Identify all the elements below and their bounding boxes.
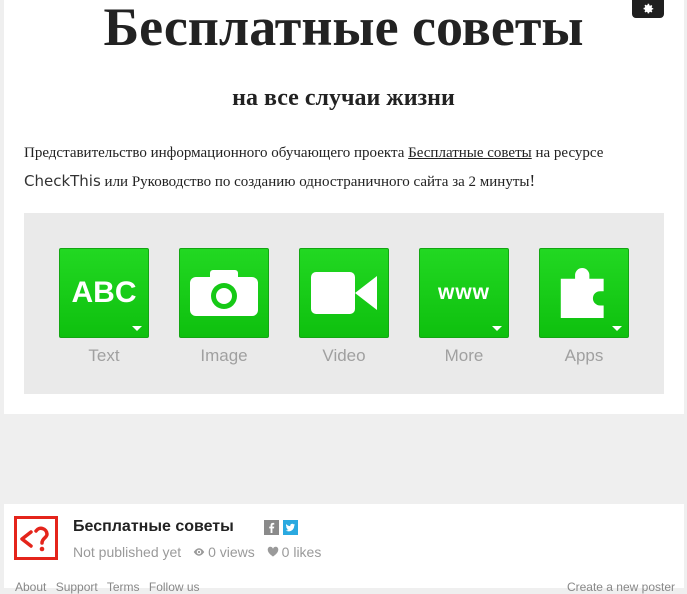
page-subtitle: на все случаи жизни <box>232 85 455 111</box>
video-camera-icon <box>311 272 377 314</box>
text-tile[interactable]: ABC <box>59 248 149 338</box>
tool-image[interactable]: Image <box>179 248 269 366</box>
eye-icon <box>193 548 205 557</box>
tool-text[interactable]: ABC Text <box>59 248 149 366</box>
dropdown-caret-icon <box>492 326 502 331</box>
create-poster-link[interactable]: Create a new poster <box>567 580 675 594</box>
twitter-icon <box>285 523 296 532</box>
poster-meta: Not published yet 0 views 0 likes <box>73 543 321 560</box>
dropdown-caret-icon <box>612 326 622 331</box>
heart-icon <box>267 547 278 557</box>
description-part4: ! <box>529 171 536 190</box>
abc-text-icon: ABC <box>71 276 137 309</box>
support-link[interactable]: Support <box>56 580 98 594</box>
page-title: Бесплатные советы <box>103 0 584 57</box>
tool-video[interactable]: Video <box>299 248 389 366</box>
site-logo[interactable] <box>14 516 58 560</box>
tool-apps[interactable]: Apps <box>539 248 629 366</box>
follow-us-link[interactable]: Follow us <box>149 580 200 594</box>
description-part2: на ресурсе <box>531 145 604 161</box>
www-icon: www <box>437 281 490 304</box>
tool-label-image: Image <box>200 346 248 365</box>
puzzle-piece-icon <box>560 268 604 318</box>
bottom-nav: About Support Terms Follow us <box>15 580 206 594</box>
likes-count: 0 likes <box>267 544 322 561</box>
tool-label-apps: Apps <box>564 346 604 365</box>
description-part3: или Руководство по созданию одностраничн… <box>100 174 530 190</box>
about-link[interactable]: About <box>15 580 46 594</box>
views-count: 0 views <box>193 544 255 560</box>
terms-link[interactable]: Terms <box>107 580 140 594</box>
facebook-share-button[interactable] <box>264 520 279 535</box>
image-tile[interactable] <box>179 248 269 338</box>
likes-text: 0 likes <box>281 544 322 561</box>
description-part1: Представительство информационного обучаю… <box>24 145 409 161</box>
project-link[interactable]: Бесплатные советы <box>408 145 532 161</box>
brand-name: CheckThis <box>24 172 101 190</box>
camera-icon <box>190 270 258 316</box>
video-tile[interactable] <box>299 248 389 338</box>
tool-more[interactable]: www More <box>419 248 509 366</box>
description-text: Представительство информационного обучаю… <box>24 140 654 196</box>
dropdown-caret-icon <box>132 326 142 331</box>
apps-tile[interactable] <box>539 248 629 338</box>
tool-label-text: Text <box>88 346 120 365</box>
add-content-panel: ABC Text Image Video www More Apps <box>24 213 664 394</box>
more-tile[interactable]: www <box>419 248 509 338</box>
tool-label-more: More <box>444 346 484 365</box>
facebook-icon <box>269 522 275 533</box>
views-text: 0 views <box>208 544 255 561</box>
code-question-logo-icon <box>20 526 49 552</box>
twitter-share-button[interactable] <box>283 520 298 535</box>
poster-title[interactable]: Бесплатные советы <box>73 518 234 536</box>
publish-status: Not published yet <box>73 544 182 561</box>
tool-label-video: Video <box>322 346 366 365</box>
